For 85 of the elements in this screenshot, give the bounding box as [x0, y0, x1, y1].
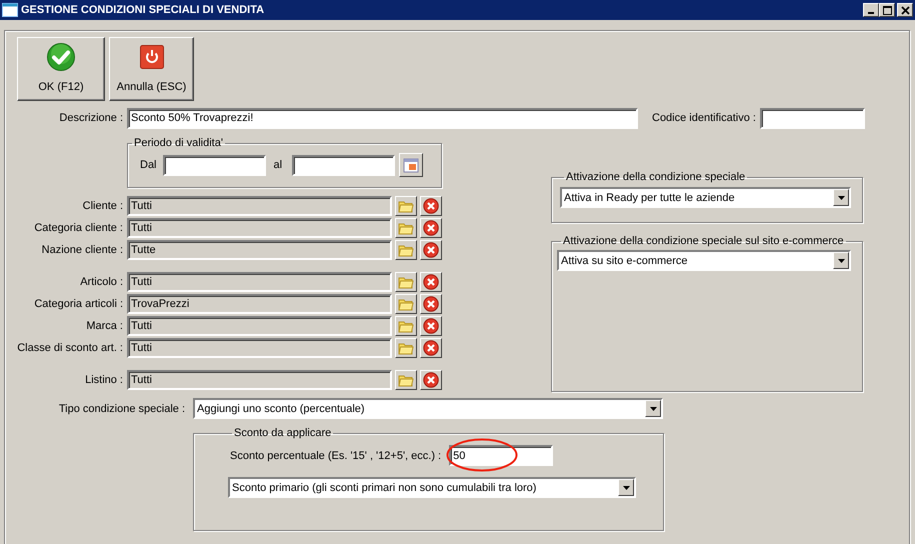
field-label: Articolo :	[79, 276, 123, 288]
close-icon	[900, 6, 910, 14]
percent-field[interactable]: 50	[449, 445, 554, 466]
field-label: Listino :	[84, 374, 123, 386]
minimize-icon	[868, 12, 874, 14]
field-label: Dal	[140, 159, 157, 171]
folder-button[interactable]	[395, 218, 417, 238]
power-icon	[140, 45, 164, 69]
description-field[interactable]: Sconto 50% Trovaprezzi!	[127, 108, 638, 128]
lookup-field: Tutti	[127, 218, 392, 238]
caret-icon	[650, 406, 656, 410]
clear-icon	[423, 242, 439, 258]
folder-button[interactable]	[395, 338, 417, 358]
group-title: Periodo di validita'	[133, 137, 224, 149]
field-label: Categoria cliente :	[33, 222, 123, 234]
group-title: Attivazione della condizione speciale sul sito e-commerce	[562, 235, 845, 247]
lookup-field: Tutti	[127, 272, 392, 292]
minimize-button[interactable]	[863, 3, 879, 17]
clear-icon	[423, 198, 439, 214]
condition-type-dropdown[interactable]: Aggiungi uno sconto (percentuale)	[193, 398, 663, 419]
clear-icon	[423, 274, 439, 290]
field-label: Marca :	[85, 320, 123, 332]
field-label: Sconto percentuale (Es. '15' , '12+5', ecc.) :	[230, 450, 442, 462]
folder-icon	[398, 275, 414, 289]
lookup-field: TrovaPrezzi	[127, 294, 392, 314]
maximize-icon	[882, 6, 892, 14]
date-field[interactable]	[162, 154, 266, 176]
folder-button[interactable]	[395, 272, 417, 292]
toolbar-button[interactable]: OK (F12)	[17, 37, 105, 101]
lookup-field: Tutti	[127, 370, 392, 390]
clear-button[interactable]	[420, 240, 442, 260]
folder-button[interactable]	[395, 294, 417, 314]
clear-button[interactable]	[420, 196, 442, 216]
folder-icon	[398, 319, 414, 333]
lookup-field: Tutte	[127, 240, 392, 260]
code-field[interactable]	[760, 108, 865, 128]
field-label: Cliente :	[82, 200, 123, 212]
lookup-field: Tutti	[127, 196, 392, 216]
folder-icon	[398, 221, 414, 235]
clear-button[interactable]	[420, 338, 442, 358]
lookup-field: Tutti	[127, 316, 392, 336]
calendar-button[interactable]	[399, 153, 424, 177]
field-label: Codice identificativo :	[652, 112, 756, 124]
field-label: Classe di sconto art. :	[16, 342, 123, 354]
maximize-button[interactable]	[879, 3, 895, 17]
clear-button[interactable]	[420, 316, 442, 336]
folder-button[interactable]	[395, 370, 417, 390]
clear-button[interactable]	[420, 218, 442, 238]
close-button[interactable]	[897, 3, 913, 17]
field-label: Nazione cliente :	[40, 244, 123, 256]
field-label: Categoria articoli :	[33, 298, 123, 310]
folder-icon	[398, 243, 414, 257]
caret-icon	[838, 258, 844, 262]
caret-icon	[838, 196, 844, 200]
clear-icon	[423, 220, 439, 236]
folder-icon	[398, 341, 414, 355]
group-title: Attivazione della condizione speciale	[565, 171, 746, 183]
ecommerce-dropdown[interactable]: Attiva su sito e-commerce	[557, 250, 851, 271]
clear-button[interactable]	[420, 294, 442, 314]
discount-mode-dropdown[interactable]: Sconto primario (gli sconti primari non sono cumulabili tra loro)	[228, 477, 636, 498]
clear-icon	[423, 318, 439, 334]
clear-icon	[423, 296, 439, 312]
window-title: GESTIONE CONDIZIONI SPECIALI DI VENDITA	[21, 4, 266, 16]
lookup-field: Tutti	[127, 338, 392, 358]
folder-icon	[398, 373, 414, 387]
activation-dropdown[interactable]: Attiva in Ready per tutte le aziende	[560, 187, 851, 208]
clear-button[interactable]	[420, 370, 442, 390]
toolbar-button[interactable]: Annulla (ESC)	[109, 37, 194, 101]
calendar-icon	[403, 157, 420, 173]
field-label: Descrizione :	[58, 112, 123, 124]
clear-button[interactable]	[420, 272, 442, 292]
clear-icon	[423, 372, 439, 388]
folder-button[interactable]	[395, 316, 417, 336]
caret-icon	[622, 486, 630, 490]
folder-button[interactable]	[395, 240, 417, 260]
folder-icon	[398, 297, 414, 311]
window-icon	[2, 3, 18, 17]
field-label: al	[274, 159, 282, 171]
folder-button[interactable]	[395, 196, 417, 216]
checkmark-icon	[46, 42, 76, 72]
group-title: Sconto da applicare	[233, 427, 332, 439]
clear-icon	[423, 340, 439, 356]
date-field[interactable]	[292, 154, 396, 176]
folder-icon	[398, 199, 414, 213]
field-label: Tipo condizione speciale :	[58, 402, 185, 414]
